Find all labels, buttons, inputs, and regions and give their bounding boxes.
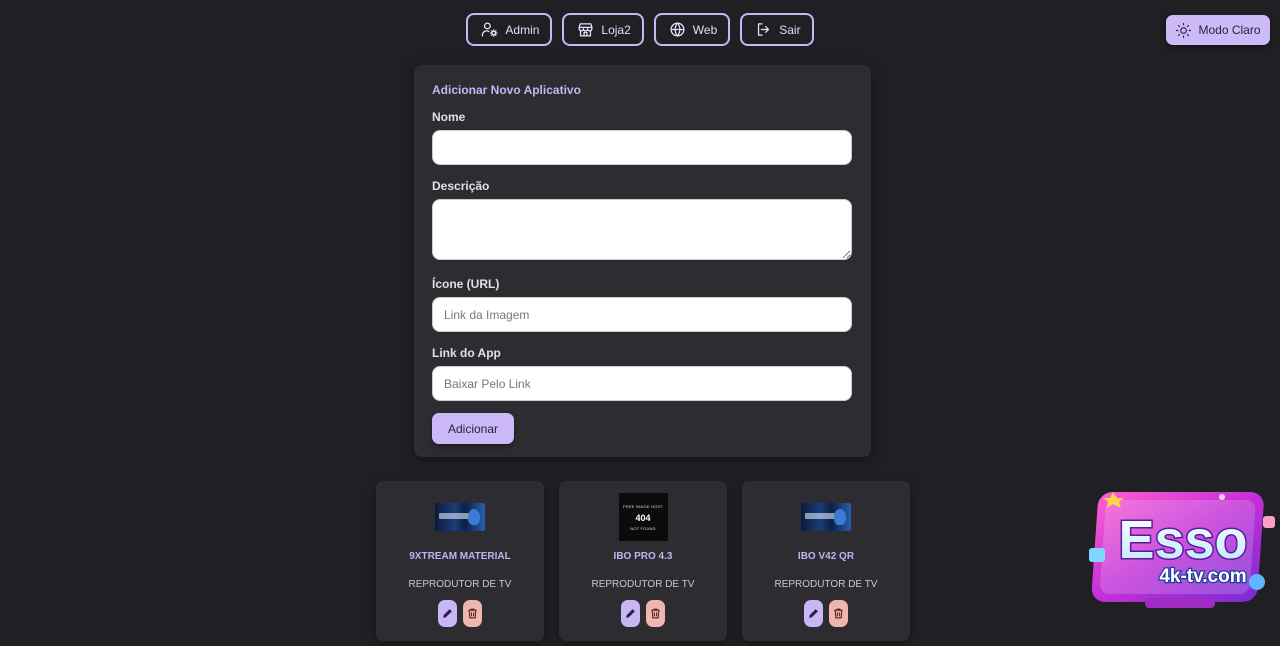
- trash-icon: [468, 608, 477, 619]
- edit-button[interactable]: [621, 600, 640, 627]
- app-name: 9XTREAM MATERIAL: [409, 551, 511, 562]
- app-card: IBO V42 QR REPRODUTOR DE TV: [742, 481, 910, 641]
- app-actions: [804, 600, 848, 627]
- app-name: IBO V42 QR: [797, 551, 855, 562]
- app-card: FREE IMAGE HOST 404 NOT FOUND IBO PRO 4.…: [559, 481, 727, 641]
- theme-toggle-label: Modo Claro: [1198, 23, 1261, 37]
- trash-icon: [834, 608, 843, 619]
- logo-sub-text: 4k-tv.com: [1159, 566, 1246, 587]
- nav-loja2-button[interactable]: Loja2: [562, 13, 644, 46]
- store-icon: [578, 23, 593, 37]
- thumb-not-found-text: NOT FOUND: [630, 525, 656, 531]
- thumb-code-text: 404: [635, 512, 651, 523]
- app-link-input[interactable]: [432, 366, 852, 401]
- app-description: REPRODUTOR DE TV: [591, 579, 695, 590]
- nav-admin-button[interactable]: Admin: [466, 13, 553, 46]
- pencil-icon: [626, 609, 635, 618]
- user-gear-icon: [482, 22, 498, 37]
- add-app-form: Adicionar Novo Aplicativo Nome Descrição…: [414, 65, 871, 457]
- top-nav: Admin Loja2 Web Sair: [0, 13, 1280, 46]
- form-title: Adicionar Novo Aplicativo: [432, 83, 581, 97]
- add-button[interactable]: Adicionar: [432, 413, 514, 444]
- pencil-icon: [809, 609, 818, 618]
- app-card: 9XTREAM MATERIAL REPRODUTOR DE TV: [376, 481, 544, 641]
- pencil-icon: [443, 609, 452, 618]
- delete-button[interactable]: [829, 600, 848, 627]
- nav-sair-button[interactable]: Sair: [740, 13, 814, 46]
- edit-button[interactable]: [438, 600, 457, 627]
- app-thumbnail: [801, 493, 851, 541]
- app-banner-image: [801, 503, 851, 531]
- edit-button[interactable]: [804, 600, 823, 627]
- app-actions: [621, 600, 665, 627]
- esso-logo: Esso 4k-tv.com: [1089, 492, 1275, 608]
- thumb-host-text: FREE IMAGE HOST: [623, 503, 663, 509]
- delete-button[interactable]: [463, 600, 482, 627]
- image-not-found-placeholder: FREE IMAGE HOST 404 NOT FOUND: [618, 493, 668, 541]
- app-name: IBO PRO 4.3: [613, 551, 673, 562]
- page: Admin Loja2 Web Sair Modo Claro Adiciona…: [0, 0, 1280, 646]
- nav-web-label: Web: [692, 22, 718, 37]
- app-banner-image: [435, 503, 485, 531]
- logo-main-text: Esso: [1118, 510, 1247, 570]
- name-label: Nome: [432, 110, 466, 124]
- description-textarea[interactable]: [432, 199, 852, 260]
- icon-url-input[interactable]: [432, 297, 852, 332]
- globe-icon: [670, 22, 685, 37]
- nav-web-button[interactable]: Web: [653, 13, 731, 46]
- trash-icon: [651, 608, 660, 619]
- nav-sair-label: Sair: [779, 22, 801, 37]
- icon-url-label: Ícone (URL): [432, 277, 500, 291]
- logout-icon: [758, 23, 770, 36]
- app-link-label: Link do App: [432, 346, 501, 360]
- theme-toggle-button[interactable]: Modo Claro: [1166, 15, 1270, 45]
- app-description: REPRODUTOR DE TV: [408, 579, 512, 590]
- app-description: REPRODUTOR DE TV: [774, 579, 878, 590]
- app-thumbnail: [435, 493, 485, 541]
- nav-admin-label: Admin: [505, 22, 540, 37]
- description-label: Descrição: [432, 179, 490, 193]
- app-thumbnail: FREE IMAGE HOST 404 NOT FOUND: [618, 493, 668, 541]
- sun-icon: [1176, 22, 1192, 38]
- name-input[interactable]: [432, 130, 852, 165]
- nav-loja2-label: Loja2: [601, 22, 631, 37]
- delete-button[interactable]: [646, 600, 665, 627]
- app-actions: [438, 600, 482, 627]
- app-list: 9XTREAM MATERIAL REPRODUTOR DE TV FREE I…: [376, 481, 910, 641]
